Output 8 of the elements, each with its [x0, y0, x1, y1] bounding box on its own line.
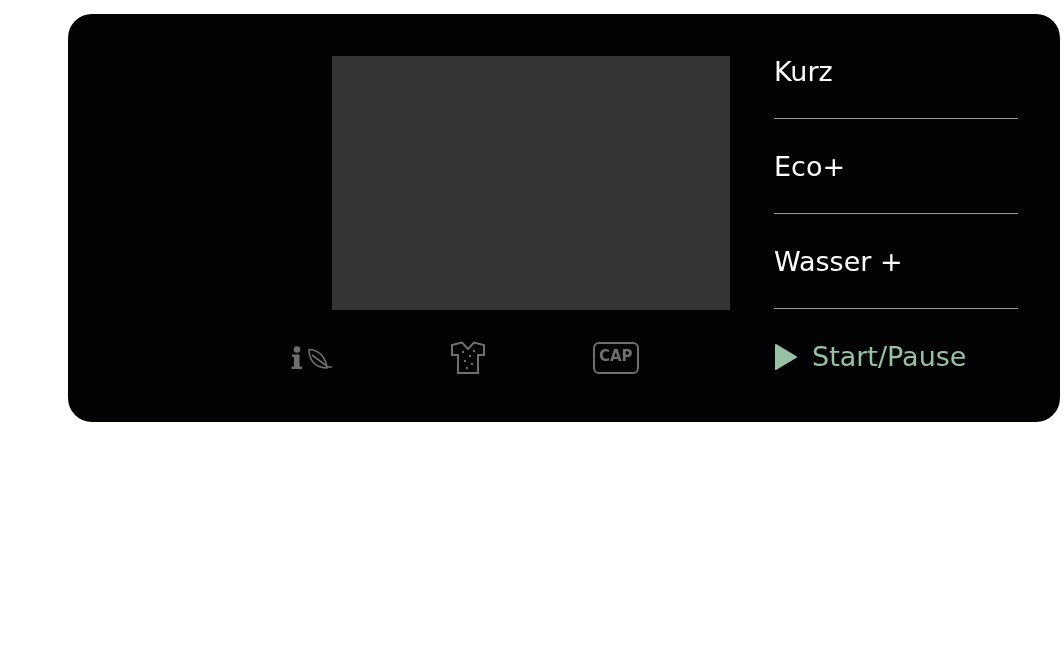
program-option[interactable]: Kurz — [774, 24, 1018, 119]
program-option[interactable]: Eco+ — [774, 119, 1018, 214]
start-pause-button[interactable]: Start/Pause — [812, 341, 967, 372]
cap-indicator: CAP — [593, 341, 639, 374]
info-leaf-icon — [290, 345, 334, 370]
play-icon — [774, 342, 798, 371]
program-option[interactable]: Wasser + — [774, 214, 1018, 309]
shirt-icon — [450, 340, 486, 375]
